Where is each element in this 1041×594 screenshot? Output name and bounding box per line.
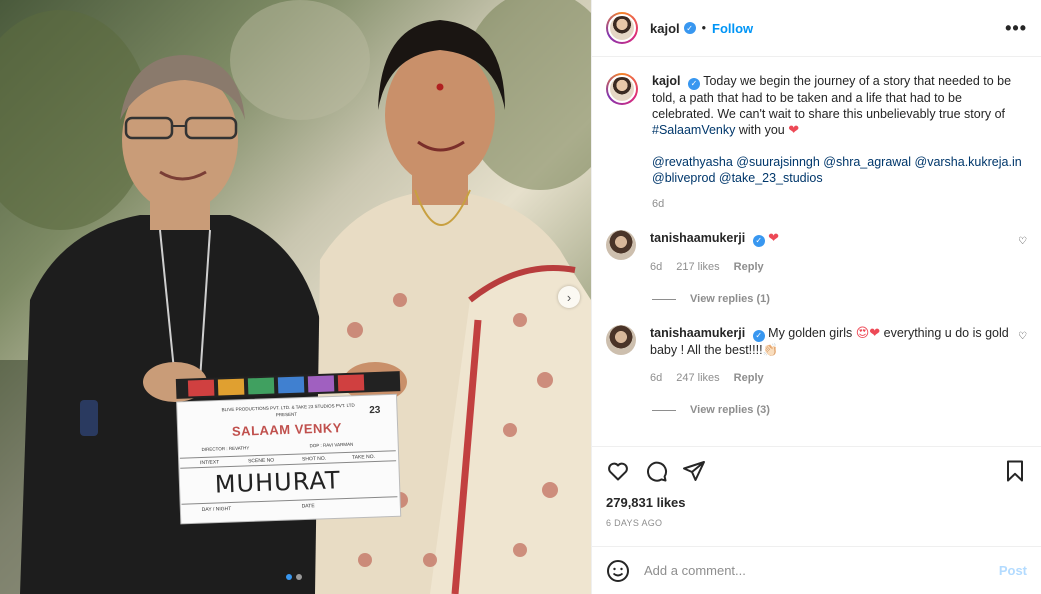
commenter-username[interactable]: tanishaamukerji: [650, 231, 745, 245]
author-username[interactable]: kajol: [650, 21, 680, 36]
caption-body: kajol ✓ Today we begin the journey of a …: [652, 73, 1027, 212]
comment-bubble-icon[interactable]: [644, 459, 668, 483]
clapper-day-night: DAY / NIGHT: [201, 506, 232, 514]
clapper-director: DIRECTOR : REVATHY: [201, 445, 250, 453]
post-header: kajol ✓ • Follow •••: [592, 0, 1041, 57]
divider-line: [652, 298, 676, 300]
carousel-dot: [296, 574, 302, 580]
verified-badge-icon: ✓: [752, 330, 765, 342]
comment: tanishaamukerji ✓ ❤ 6d 217 likes Reply ♡: [606, 230, 1027, 275]
next-image-button[interactable]: ›: [558, 286, 580, 308]
clapper-number: 23: [369, 404, 381, 417]
clapper-shot: SHOT NO.: [301, 455, 327, 463]
post-date[interactable]: 6 DAYS AGO: [606, 518, 1027, 528]
verified-badge-icon: ✓: [752, 235, 765, 247]
add-comment-bar: Add a comment... Post: [592, 546, 1041, 594]
emoji-end: 👏🏻: [762, 343, 779, 357]
divider-line: [652, 409, 676, 411]
clapperboard: BLIVE PRODUCTIONS PVT. LTD. & TAKE 23 ST…: [178, 396, 398, 521]
caption-time[interactable]: 6d: [652, 196, 664, 212]
heart-outline-icon[interactable]: ♡: [1018, 331, 1027, 342]
reply-button[interactable]: Reply: [734, 370, 764, 386]
comment-likes[interactable]: 247 likes: [676, 370, 719, 386]
post-image[interactable]: BLIVE PRODUCTIONS PVT. LTD. & TAKE 23 ST…: [0, 0, 591, 594]
comment-likes[interactable]: 217 likes: [676, 259, 719, 275]
likes-count[interactable]: 279,831 likes: [606, 495, 1027, 510]
heart-emoji: ❤: [788, 122, 800, 137]
bookmark-icon[interactable]: [1003, 459, 1027, 483]
more-options-icon[interactable]: •••: [1005, 18, 1027, 39]
caption-avatar[interactable]: [606, 73, 638, 105]
author-avatar[interactable]: [606, 12, 638, 44]
clapper-dop: DOP : RAVI VARMAN: [309, 441, 354, 449]
emoji-smiley-icon[interactable]: [606, 559, 630, 583]
like-heart-icon[interactable]: [606, 459, 630, 483]
caption: kajol ✓ Today we begin the journey of a …: [606, 73, 1027, 212]
clapper-handwritten: MUHURAT: [214, 466, 342, 499]
commenter-username[interactable]: tanishaamukerji: [650, 326, 745, 340]
commenter-avatar[interactable]: [606, 230, 636, 260]
share-paper-plane-icon[interactable]: [682, 459, 706, 483]
heart-outline-icon[interactable]: ♡: [1018, 236, 1027, 247]
verified-badge-icon: ✓: [683, 22, 696, 34]
comments-section: kajol ✓ Today we begin the journey of a …: [592, 57, 1041, 445]
carousel-dots: [286, 574, 302, 580]
view-replies-button[interactable]: View replies (1): [652, 293, 1027, 305]
chevron-right-icon: ›: [566, 289, 572, 305]
header-separator: •: [701, 21, 707, 35]
view-replies-label: View replies (3): [690, 404, 770, 416]
post-comment-button[interactable]: Post: [999, 563, 1027, 578]
comment-time[interactable]: 6d: [650, 370, 662, 386]
reply-button[interactable]: Reply: [734, 259, 764, 275]
clapper-int-ext: INT/EXT: [199, 459, 220, 467]
caption-mentions-line2[interactable]: @bliveprod @take_23_studios: [652, 170, 1027, 186]
caption-mentions-line1[interactable]: @revathyasha @suurajsinngh @shra_agrawal…: [652, 154, 1027, 170]
clapper-take: TAKE NO.: [351, 453, 376, 461]
post-details-panel: kajol ✓ • Follow ••• kajol ✓ Today we be…: [591, 0, 1041, 594]
commenter-avatar[interactable]: [606, 325, 636, 355]
clapper-title: SALAAM VENKY: [231, 420, 343, 439]
clapper-scene: SCENE NO: [247, 457, 275, 465]
follow-button[interactable]: Follow: [712, 21, 753, 36]
comment: tanishaamukerji ✓ My golden girls 😍❤ eve…: [606, 325, 1027, 386]
clapper-date: DATE: [301, 503, 315, 510]
comment-time[interactable]: 6d: [650, 259, 662, 275]
view-replies-button[interactable]: View replies (3): [652, 404, 1027, 416]
comment-body: tanishaamukerji ✓ My golden girls 😍❤ eve…: [650, 325, 1010, 386]
emoji-mid: 😍❤: [855, 325, 881, 340]
verified-badge-icon: ✓: [687, 78, 700, 90]
heart-emoji: ❤: [768, 230, 780, 245]
post-actions: 279,831 likes 6 DAYS AGO: [592, 446, 1041, 528]
caption-username[interactable]: kajol: [652, 74, 681, 88]
comment-body: tanishaamukerji ✓ ❤ 6d 217 likes Reply: [650, 230, 1010, 275]
caption-text-after: with you: [735, 123, 789, 137]
carousel-dot-active: [286, 574, 292, 580]
comment-input[interactable]: Add a comment...: [644, 563, 999, 578]
view-replies-label: View replies (1): [690, 293, 770, 305]
action-icons-row: [606, 459, 1027, 483]
comment-text-part1: My golden girls: [768, 326, 856, 340]
caption-hashtag[interactable]: #SalaamVenky: [652, 123, 735, 137]
caption-text: Today we begin the journey of a story th…: [652, 74, 1012, 121]
